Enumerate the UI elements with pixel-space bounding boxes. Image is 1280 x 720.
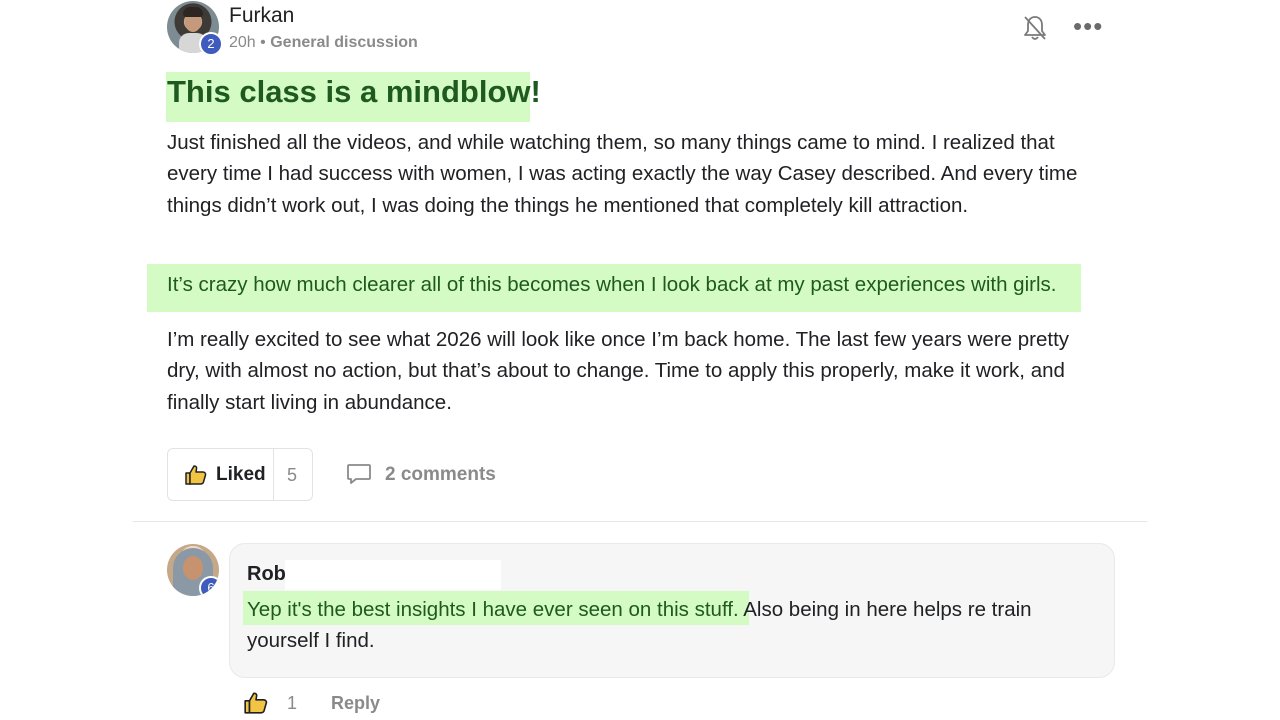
author-level-badge: 2 [199, 32, 223, 56]
commenter-name[interactable]: Rob [247, 563, 286, 586]
reply-button[interactable]: Reply [331, 693, 380, 714]
post-category[interactable]: General discussion [270, 34, 418, 51]
post-paragraph-2: I’m really excited to see what 2026 will… [167, 328, 1070, 414]
section-divider [133, 521, 1147, 522]
bell-off-icon[interactable] [1022, 14, 1048, 42]
like-button[interactable]: Liked 5 [167, 448, 313, 501]
post-title: This class is a mindblow! [167, 74, 541, 109]
more-options-icon[interactable]: ••• [1073, 13, 1107, 40]
author-name[interactable]: Furkan [229, 4, 294, 28]
commenter-level-badge: 6 [199, 576, 219, 596]
like-count[interactable]: 5 [287, 465, 297, 486]
post-paragraph-1: Just finished all the videos, and while … [167, 131, 1078, 217]
comment-like-count[interactable]: 1 [287, 693, 297, 714]
post-meta: 20h • General discussion [229, 34, 418, 52]
meta-separator: • [260, 34, 266, 51]
post-time: 20h [229, 34, 256, 51]
like-divider [273, 449, 274, 500]
avatar-face [183, 556, 203, 580]
like-label: Liked [216, 464, 266, 485]
comment-bubble-icon [347, 464, 371, 484]
thumbs-up-icon [185, 465, 207, 485]
comment-text: Yep it's the best insights I have ever s… [247, 594, 1097, 656]
comment-highlighted-text: Yep it's the best insights I have ever s… [247, 598, 739, 621]
commenter-avatar[interactable]: 6 [167, 544, 219, 596]
avatar-hair [183, 7, 203, 17]
post-header: 2 Furkan 20h • General discussion ••• [167, 0, 1107, 60]
thumbs-up-icon[interactable] [243, 690, 269, 716]
name-redaction [285, 560, 501, 590]
highlighted-sentence: It’s crazy how much clearer all of this … [167, 273, 1057, 296]
comments-count-label: 2 comments [385, 464, 496, 485]
